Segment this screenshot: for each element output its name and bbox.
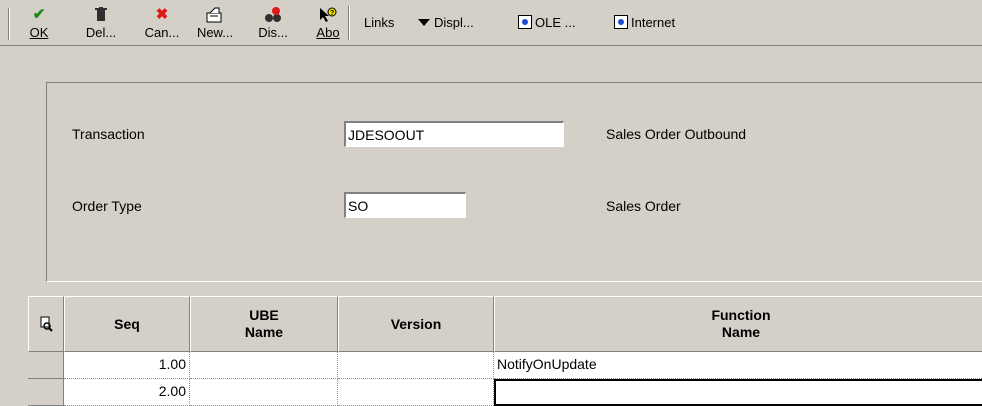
function-name-header-label: Function Name — [711, 307, 771, 340]
cancel-button[interactable]: ✖ Can... — [144, 7, 180, 41]
seq-cell[interactable]: 1.00 — [64, 352, 190, 379]
seq-header[interactable]: Seq — [64, 296, 190, 352]
ole-button[interactable]: OLE ... — [518, 14, 575, 32]
transaction-description: Sales Order Outbound — [606, 126, 747, 142]
version-header[interactable]: Version — [338, 296, 494, 352]
order-type-description: Sales Order — [606, 198, 681, 214]
new-record-icon — [196, 7, 234, 23]
dropdown-arrow-icon — [418, 19, 430, 26]
display-button[interactable]: Dis... — [256, 7, 290, 41]
new-label: New... — [196, 25, 234, 40]
close-icon: ✖ — [155, 6, 169, 23]
about-label: Abo — [316, 25, 340, 40]
version-cell[interactable] — [338, 379, 494, 406]
ok-button[interactable]: ✔ OK — [26, 7, 52, 41]
ok-label: OK — [29, 25, 49, 40]
links-label: Links — [364, 15, 395, 30]
row-selector[interactable] — [28, 379, 64, 406]
grid: Seq UBE Name Version Function Name 1.00 … — [28, 296, 982, 406]
toolbar: ✔ OK Del... ✖ Can... New... Dis... ? Abo… — [0, 0, 982, 46]
order-type-label: Order Type — [72, 198, 142, 214]
internet-icon — [614, 15, 628, 29]
help-pointer-icon: ? — [314, 7, 342, 23]
checkmark-icon: ✔ — [32, 6, 46, 23]
svg-text:?: ? — [330, 10, 334, 17]
new-button[interactable]: New... — [196, 7, 234, 41]
version-cell[interactable] — [338, 352, 494, 379]
transaction-label: Transaction — [72, 126, 145, 142]
display-menu-label: Displ... — [434, 15, 474, 30]
links-menu[interactable]: Links — [364, 14, 394, 32]
ole-label: OLE ... — [535, 15, 576, 30]
transaction-field[interactable] — [344, 121, 564, 147]
display-label: Dis... — [258, 25, 288, 40]
display-menu[interactable]: Displ... — [412, 14, 474, 32]
row-selector[interactable] — [28, 352, 64, 379]
ube-name-header-label: UBE Name — [244, 307, 284, 340]
internet-button[interactable]: Internet — [614, 14, 675, 32]
grid-corner-header[interactable] — [28, 296, 64, 352]
seq-header-label: Seq — [114, 315, 140, 332]
seq-cell[interactable]: 2.00 — [64, 379, 190, 406]
trash-icon — [84, 7, 118, 23]
ole-icon — [518, 15, 532, 29]
version-header-label: Version — [390, 315, 442, 332]
internet-label: Internet — [631, 15, 676, 30]
header-panel — [46, 82, 982, 282]
ube-name-cell[interactable] — [190, 379, 338, 406]
function-name-cell[interactable]: NotifyOnUpdate — [494, 352, 982, 379]
ube-name-header[interactable]: UBE Name — [190, 296, 338, 352]
binoculars-icon — [256, 7, 290, 23]
delete-button[interactable]: Del... — [84, 7, 118, 41]
delete-label: Del... — [85, 25, 117, 40]
function-name-cell-active[interactable] — [494, 379, 982, 406]
toolbar-separator — [348, 6, 350, 40]
function-name-header[interactable]: Function Name — [494, 296, 982, 352]
order-type-field[interactable] — [344, 192, 466, 218]
toolbar-grip[interactable] — [8, 8, 10, 40]
ube-name-cell[interactable] — [190, 352, 338, 379]
find-icon — [40, 316, 53, 332]
cancel-label: Can... — [144, 25, 180, 40]
about-button[interactable]: ? Abo — [314, 7, 342, 41]
